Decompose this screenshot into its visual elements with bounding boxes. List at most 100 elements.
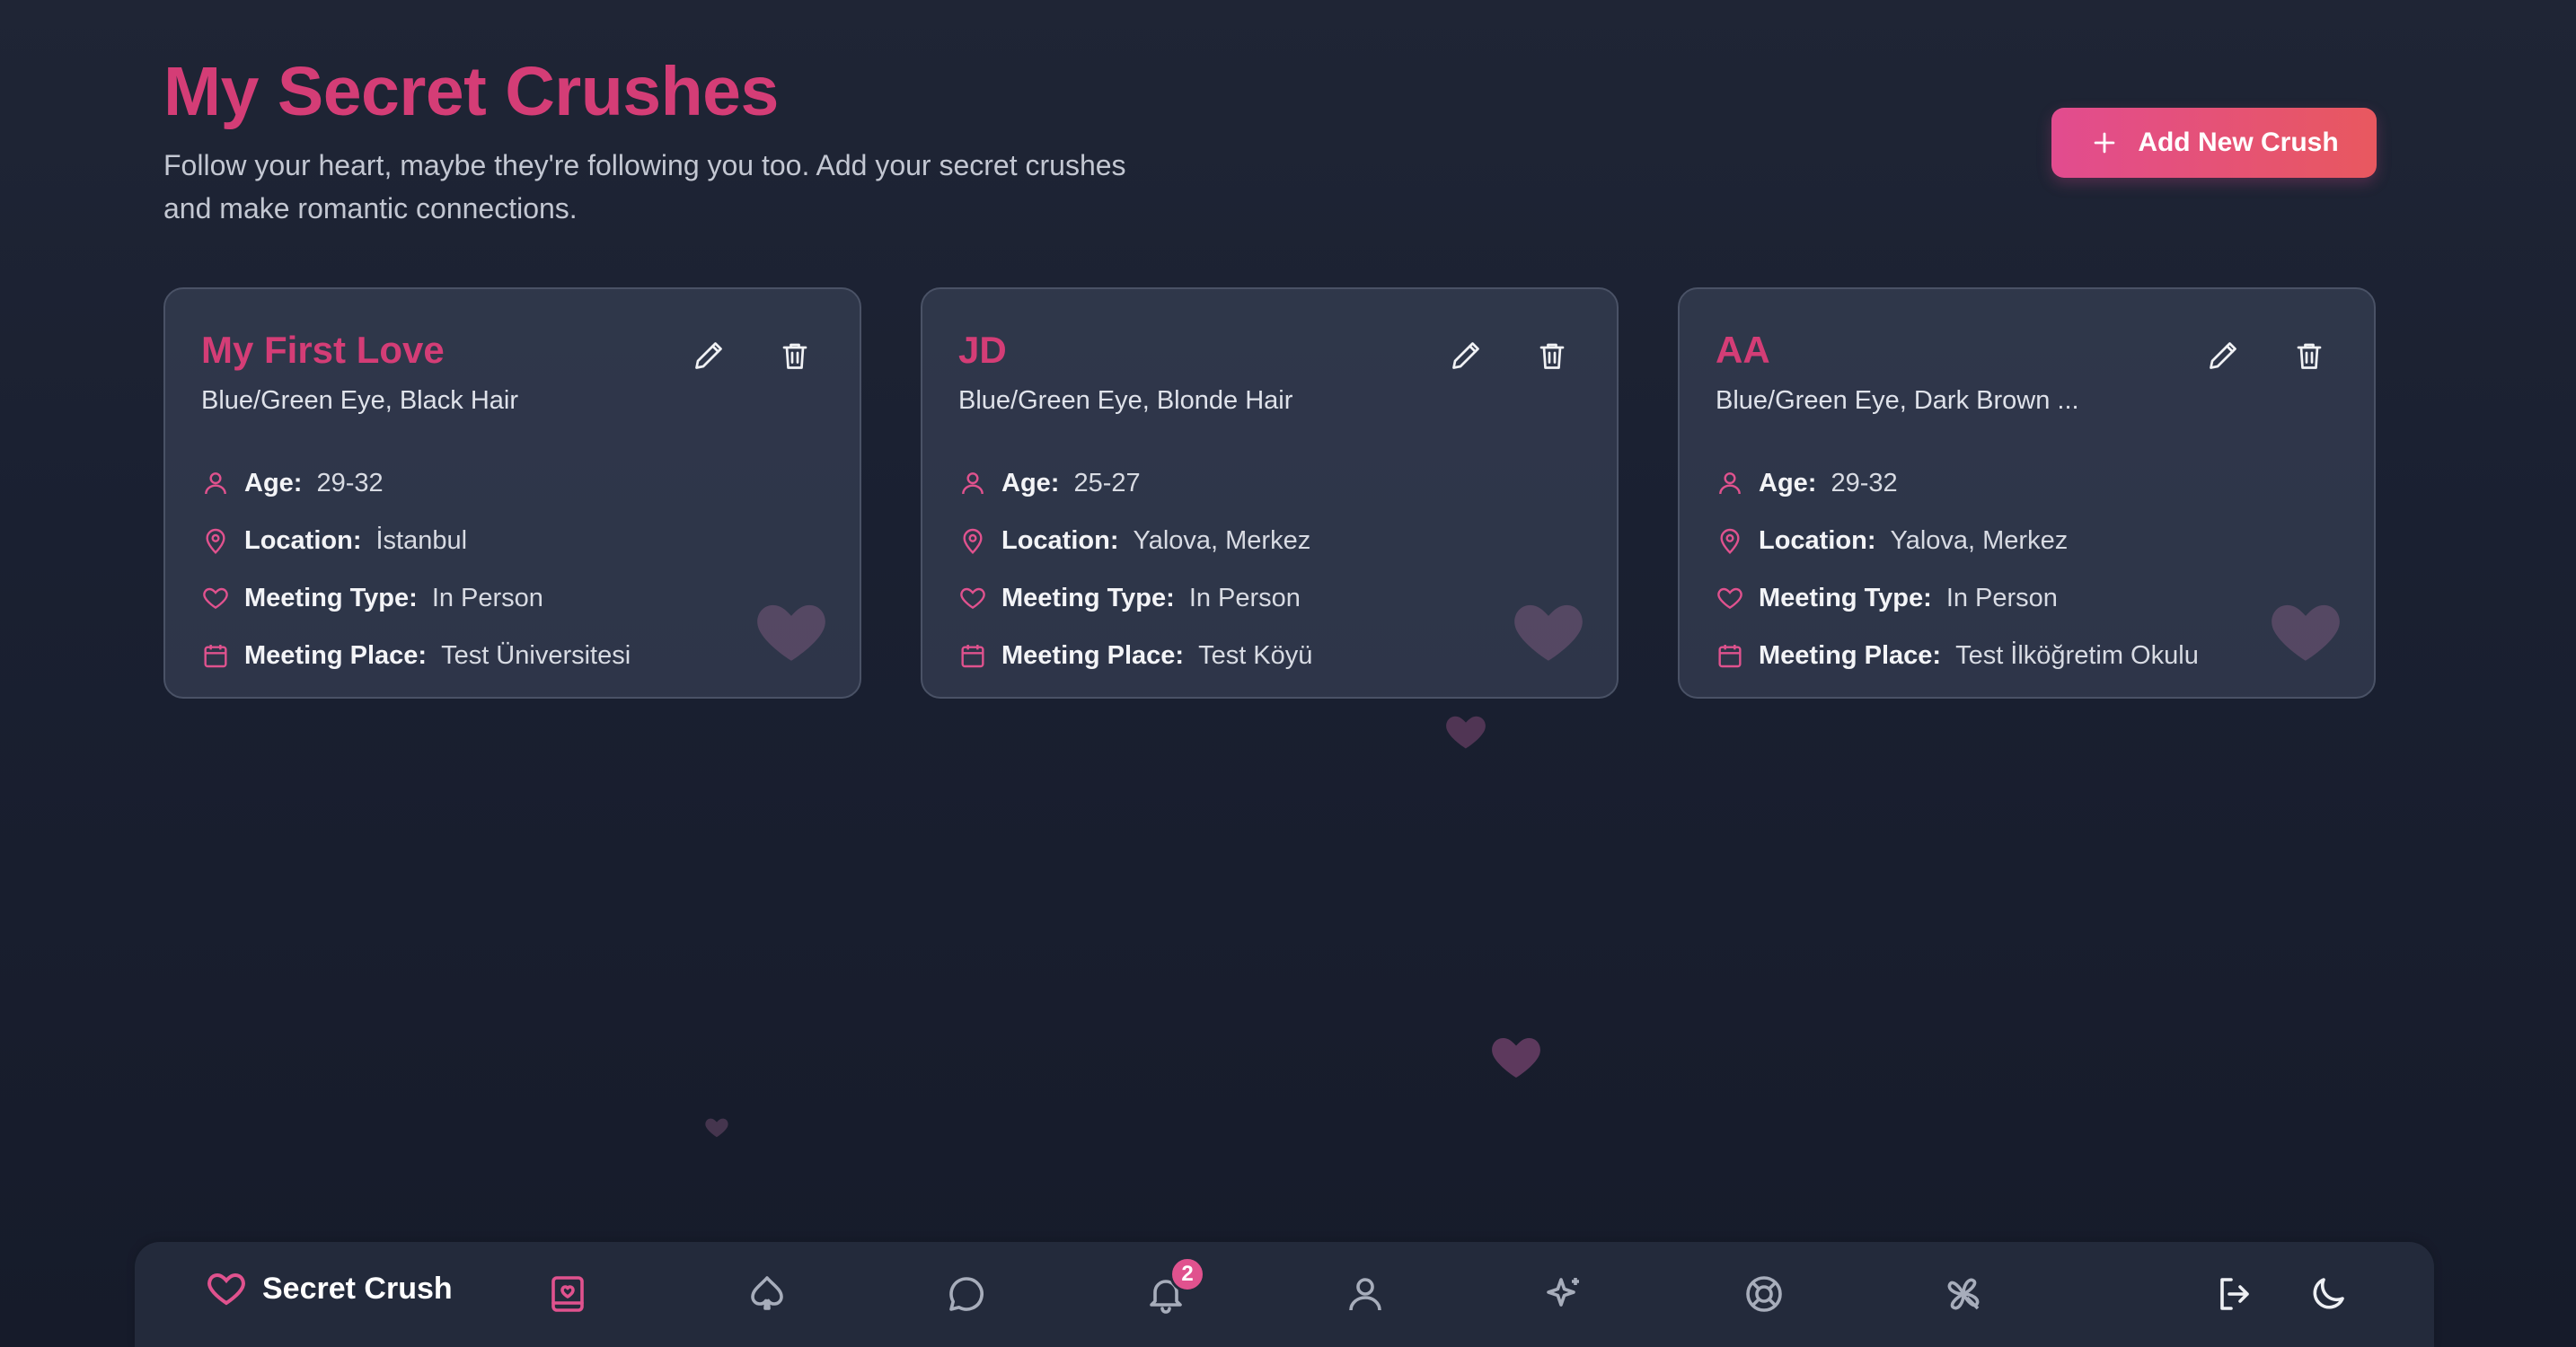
map-pin-icon <box>201 526 230 555</box>
age-label: Age: <box>244 468 303 497</box>
meeting-type-label: Meeting Type: <box>1001 583 1175 612</box>
delete-button[interactable] <box>2289 336 2329 375</box>
crush-card: AA Blue/Green Eye, Dark Brown ... Age: 2… <box>1678 287 2376 699</box>
age-label: Age: <box>1001 468 1060 497</box>
heart-icon <box>205 1267 248 1310</box>
logout-icon <box>2213 1272 2256 1316</box>
location-label: Location: <box>1001 525 1119 555</box>
meeting-type-value: In Person <box>431 583 543 612</box>
heart-icon <box>958 584 987 612</box>
crush-card-list: My First Love Blue/Green Eye, Black Hair… <box>163 287 2377 699</box>
bottom-navigation: Secret Crush 2 <box>135 1242 2434 1347</box>
crush-card: My First Love Blue/Green Eye, Black Hair… <box>163 287 861 699</box>
nav-sparkles[interactable] <box>1539 1269 1590 1319</box>
decorative-heart-icon <box>1505 590 1592 671</box>
meeting-type-value: In Person <box>1188 583 1301 612</box>
nav-chat[interactable] <box>941 1269 992 1319</box>
meeting-place-field: Meeting Place: Test İlköğretim Okulu <box>1716 627 2199 684</box>
age-value: 25-27 <box>1073 468 1141 497</box>
age-label: Age: <box>1759 468 1817 497</box>
meeting-place-field: Meeting Place: Test Üniversitesi <box>201 627 631 684</box>
user-icon <box>1344 1272 1387 1316</box>
brand-name: Secret Crush <box>262 1271 453 1306</box>
meeting-place-value: Test İlköğretim Okulu <box>1955 640 2199 670</box>
crush-description: Blue/Green Eye, Blonde Hair <box>958 386 1293 415</box>
crush-name: My First Love <box>201 329 445 371</box>
map-pin-icon <box>1716 526 1744 555</box>
lifebuoy-icon <box>1742 1272 1786 1316</box>
meeting-type-value: In Person <box>1945 583 2058 612</box>
nav-profile[interactable] <box>1340 1269 1390 1319</box>
nav-help[interactable] <box>1739 1269 1789 1319</box>
theme-toggle[interactable] <box>2303 1269 2353 1319</box>
nav-crushes[interactable] <box>543 1269 593 1319</box>
brand-link[interactable]: Secret Crush <box>205 1267 453 1310</box>
meeting-type-label: Meeting Type: <box>244 583 418 612</box>
nav-logout[interactable] <box>2210 1269 2260 1319</box>
location-value: İstanbul <box>375 525 468 555</box>
crush-book-icon <box>546 1272 589 1316</box>
edit-button[interactable] <box>689 336 728 375</box>
chat-icon <box>945 1272 988 1316</box>
meeting-place-label: Meeting Place: <box>1759 640 1942 670</box>
location-label: Location: <box>1759 525 1876 555</box>
add-new-crush-label: Add New Crush <box>2138 128 2339 157</box>
nav-spade[interactable] <box>742 1269 792 1319</box>
page-subtitle: Follow your heart, maybe they're followi… <box>163 149 1126 224</box>
user-icon <box>1716 469 1744 497</box>
delete-button[interactable] <box>1532 336 1572 375</box>
pencil-icon <box>693 339 725 372</box>
location-label: Location: <box>244 525 362 555</box>
sparkles-icon <box>1543 1272 1586 1316</box>
age-value: 29-32 <box>316 468 384 497</box>
meeting-type-field: Meeting Type: In Person <box>958 569 1312 627</box>
user-icon <box>958 469 987 497</box>
map-pin-icon <box>958 526 987 555</box>
meeting-place-label: Meeting Place: <box>1001 640 1185 670</box>
nav-notifications[interactable]: 2 <box>1141 1256 1205 1319</box>
decorative-heart-icon <box>2263 590 2349 671</box>
floating-heart-icon <box>1441 708 1491 754</box>
floating-heart-icon <box>702 1114 731 1140</box>
crush-description: Blue/Green Eye, Black Hair <box>201 386 518 415</box>
trash-icon <box>779 339 811 372</box>
plus-icon <box>2089 128 2120 158</box>
meeting-place-field: Meeting Place: Test Köyü <box>958 627 1312 684</box>
age-field: Age: 25-27 <box>958 454 1312 512</box>
age-field: Age: 29-32 <box>201 454 631 512</box>
notification-badge: 2 <box>1169 1256 1205 1292</box>
edit-button[interactable] <box>2203 336 2243 375</box>
crush-name: JD <box>958 329 1007 371</box>
floating-heart-icon <box>1486 1027 1547 1085</box>
decorative-heart-icon <box>748 590 834 671</box>
edit-button[interactable] <box>1446 336 1486 375</box>
moon-icon <box>2307 1272 2350 1316</box>
delete-button[interactable] <box>775 336 815 375</box>
trash-icon <box>1536 339 1568 372</box>
calendar-icon <box>1716 641 1744 670</box>
location-field: Location: Yalova, Merkez <box>958 512 1312 569</box>
meeting-place-value: Test Köyü <box>1198 640 1313 670</box>
page-title: My Secret Crushes <box>163 53 779 130</box>
age-value: 29-32 <box>1831 468 1898 497</box>
meeting-place-label: Meeting Place: <box>244 640 428 670</box>
heart-icon <box>1716 584 1744 612</box>
location-field: Location: Yalova, Merkez <box>1716 512 2199 569</box>
location-value: Yalova, Merkez <box>1133 525 1311 555</box>
meeting-type-label: Meeting Type: <box>1759 583 1932 612</box>
location-value: Yalova, Merkez <box>1890 525 2069 555</box>
location-field: Location: İstanbul <box>201 512 631 569</box>
pencil-icon <box>2207 339 2239 372</box>
pencil-icon <box>1450 339 1482 372</box>
meeting-type-field: Meeting Type: In Person <box>1716 569 2199 627</box>
calendar-icon <box>201 641 230 670</box>
heart-icon <box>201 584 230 612</box>
meeting-type-field: Meeting Type: In Person <box>201 569 631 627</box>
crush-card: JD Blue/Green Eye, Blonde Hair Age: 25-2… <box>921 287 1619 699</box>
meeting-place-value: Test Üniversitesi <box>441 640 631 670</box>
nav-clover[interactable] <box>1938 1269 1989 1319</box>
spade-icon <box>745 1272 789 1316</box>
add-new-crush-button[interactable]: Add New Crush <box>2051 108 2377 178</box>
calendar-icon <box>958 641 987 670</box>
clover-icon <box>1942 1272 1985 1316</box>
